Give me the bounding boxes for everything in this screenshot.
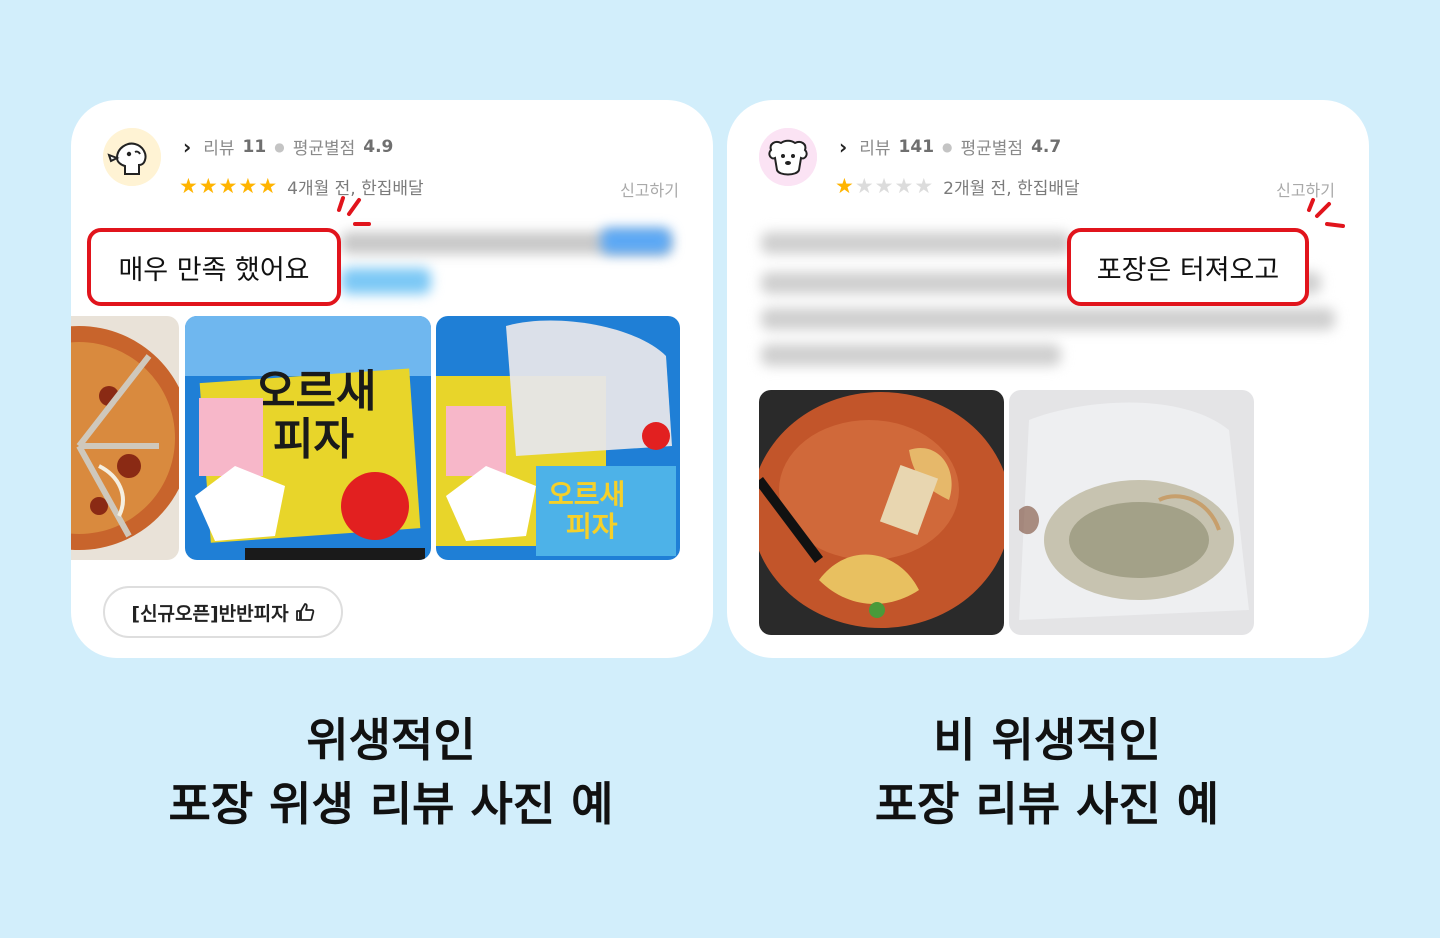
avg-rating-label: 평균별점 — [292, 139, 356, 159]
star-filled-icon: ★ — [835, 174, 854, 198]
star-filled-icon: ★ — [258, 174, 278, 198]
emphasis-spark-icon — [1307, 198, 1345, 228]
reviewer-avatar[interactable] — [759, 128, 817, 186]
caption-hygienic: 위생적인 포장 위생 리뷰 사진 예 — [71, 708, 711, 836]
chevron-right-icon: › — [839, 134, 848, 159]
leaked-bag-photo[interactable] — [1009, 390, 1254, 635]
rating-row: ★ ★ ★ ★ ★ 2개월 전, 한집배달 — [835, 174, 1080, 200]
dog-avatar-icon — [759, 128, 817, 186]
svg-text:피자: 피자 — [273, 414, 354, 465]
chevron-right-icon: › — [183, 134, 192, 159]
avg-rating-label: 평균별점 — [960, 139, 1024, 159]
caption-line2: 포장 위생 리뷰 사진 예 — [168, 777, 614, 831]
blurred-emoji — [341, 268, 431, 294]
emphasis-spark-icon — [337, 196, 371, 226]
reviewer-avatar[interactable] — [103, 128, 161, 186]
star-filled-icon: ★ — [179, 174, 198, 198]
pizza-box-photo[interactable]: 오르새 피자 — [185, 316, 431, 560]
review-label: 리뷰 — [859, 139, 891, 159]
star-filled-icon: ★ — [238, 174, 258, 198]
star-filled-icon: ★ — [218, 174, 238, 198]
report-link[interactable]: 신고하기 — [620, 177, 679, 201]
star-empty-icon: ★ — [854, 174, 874, 198]
review-label: 리뷰 — [203, 139, 235, 159]
review-count: 141 — [898, 136, 935, 157]
star-filled-icon: ★ — [198, 174, 218, 198]
star-empty-icon: ★ — [914, 174, 934, 198]
star-empty-icon: ★ — [874, 174, 894, 198]
reviewer-meta[interactable]: › 리뷰 141 ● 평균별점 4.7 — [839, 134, 1062, 160]
thumbs-up-icon — [295, 603, 314, 621]
blurred-emoji — [601, 228, 671, 254]
svg-text:오르새: 오르새 — [255, 366, 376, 417]
caption-line1: 위생적인 — [306, 713, 476, 767]
star-rating: ★ ★ ★ ★ ★ — [835, 176, 933, 197]
avg-rating-value: 4.9 — [363, 136, 394, 157]
review-card-unhygienic: › 리뷰 141 ● 평균별점 4.7 ★ ★ ★ ★ ★ 2개월 전, 한집배달 신고… — [727, 100, 1369, 658]
review-date: 2개월 전, 한집배달 — [943, 179, 1080, 199]
pizza-photo[interactable] — [71, 316, 179, 560]
svg-text:오르새: 오르새 — [548, 478, 625, 511]
star-empty-icon: ★ — [894, 174, 914, 198]
review-callout: 매우 만족 했어요 — [87, 228, 341, 306]
svg-text:피자: 피자 — [566, 510, 618, 543]
menu-tag-label: [신규오픈]반반피자 — [131, 602, 289, 625]
menu-tag-chip[interactable]: [신규오픈]반반피자 — [103, 586, 343, 638]
blurred-review-text — [761, 308, 1335, 330]
separator-dot: ● — [942, 139, 953, 154]
blurred-review-text — [761, 344, 1061, 366]
rating-row: ★ ★ ★ ★ ★ 4개월 전, 한집배달 — [179, 174, 424, 200]
caption-line2: 포장 리뷰 사진 예 — [874, 777, 1220, 831]
stew-photo[interactable] — [759, 390, 1004, 635]
reviewer-meta[interactable]: › 리뷰 11 ● 평균별점 4.9 — [183, 134, 394, 160]
duck-avatar-icon — [103, 128, 161, 186]
review-card-hygienic: › 리뷰 11 ● 평균별점 4.9 ★ ★ ★ ★ ★ 4개월 전, 한집배달 신고하… — [71, 100, 713, 658]
review-count: 11 — [242, 136, 267, 157]
caption-unhygienic: 비 위생적인 포장 리뷰 사진 예 — [727, 708, 1367, 836]
star-rating: ★ ★ ★ ★ ★ — [179, 176, 277, 197]
avg-rating-value: 4.7 — [1031, 136, 1062, 157]
review-callout: 포장은 터져오고 — [1067, 228, 1309, 306]
pizza-box-bag-photo[interactable]: 오르새 피자 — [436, 316, 680, 560]
separator-dot: ● — [274, 139, 285, 154]
caption-line1: 비 위생적인 — [933, 713, 1161, 767]
blurred-review-text — [761, 232, 1071, 254]
